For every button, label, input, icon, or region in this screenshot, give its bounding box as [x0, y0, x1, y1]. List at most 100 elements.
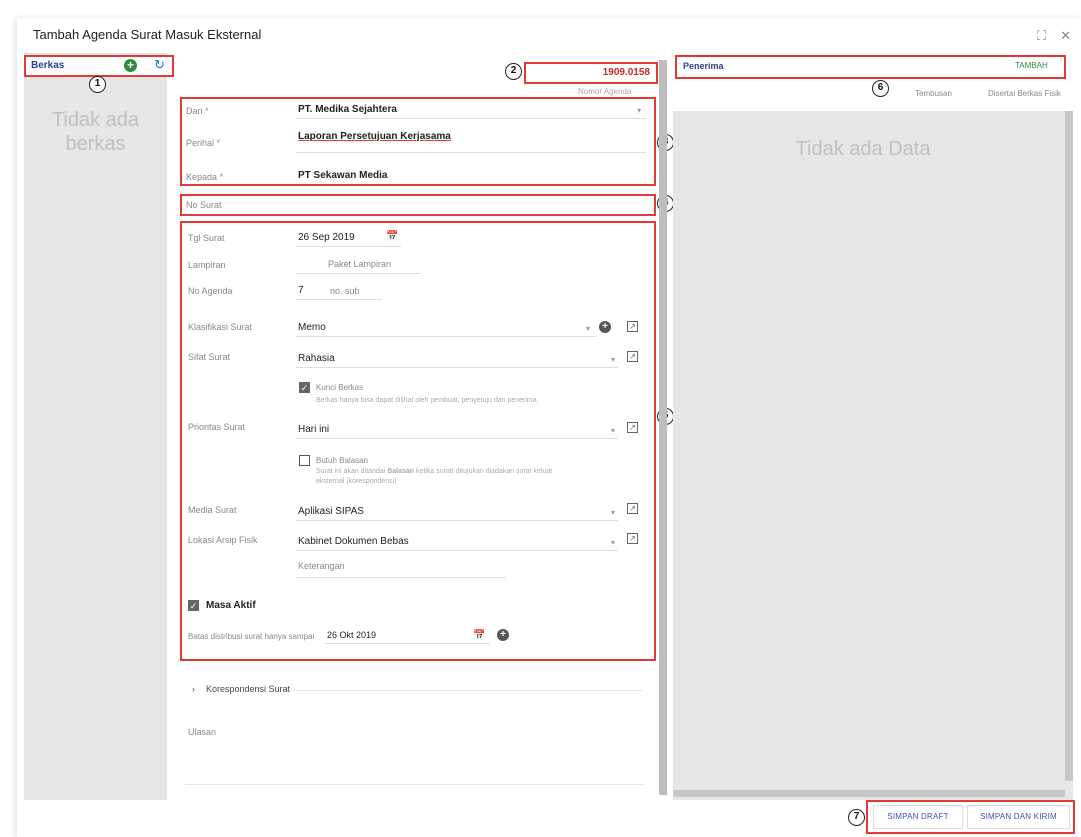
korespondensi-label[interactable]: Korespondensi Surat	[206, 684, 290, 694]
korespondensi-divider	[292, 690, 642, 691]
keterangan-underline	[296, 577, 506, 578]
chevron-right-icon[interactable]: ›	[192, 684, 195, 694]
prioritas-underline	[296, 438, 618, 439]
sifat-underline	[296, 367, 618, 368]
ulasan-label: Ulasan	[188, 727, 217, 737]
media-value[interactable]: Aplikasi SIPAS	[298, 506, 364, 517]
butuh-balasan-hint-2: eksternal (korespondensi)	[316, 478, 397, 485]
horizontal-scrollbar[interactable]	[673, 790, 1065, 797]
penerima-title: Penerima	[683, 61, 724, 71]
klasifikasi-dropdown-icon[interactable]: ▾	[586, 324, 590, 333]
annotation-7: 7	[848, 809, 865, 826]
center-scrollbar[interactable]	[659, 60, 667, 795]
dari-label: Dari *	[186, 106, 209, 116]
calendar-icon[interactable]: 📅	[473, 630, 485, 641]
annotation-1: 1	[89, 76, 106, 93]
berkas-title: Berkas	[31, 60, 65, 71]
agenda-number: 1909.0158	[602, 67, 650, 78]
tembusan-link[interactable]: Tembusan	[915, 89, 952, 98]
butuh-balasan-label: Butuh Balasan	[316, 456, 369, 465]
klasifikasi-underline	[296, 336, 596, 337]
kepada-label: Kepada *	[186, 172, 224, 182]
masa-aktif-checkbox[interactable]: ✓	[188, 600, 199, 611]
tambah-button[interactable]: TAMBAH	[1015, 61, 1048, 70]
ulasan-underline	[185, 784, 645, 785]
batas-value[interactable]: 26 Okt 2019	[327, 630, 376, 640]
berkas-panel: Berkas + ↻ Tidak ada berkas	[24, 53, 174, 800]
external-link-icon[interactable]: ↗	[627, 533, 638, 544]
expand-icon[interactable]: ⛶	[1037, 28, 1046, 44]
dari-value[interactable]: PT. Medika Sejahtera	[298, 104, 397, 115]
kepada-value[interactable]: PT Sekawan Media	[298, 170, 387, 181]
sifat-label: Sifat Surat	[188, 352, 231, 362]
annotation-2: 2	[505, 63, 522, 80]
no-agenda-label: No Agenda	[188, 286, 233, 296]
calendar-icon[interactable]: 📅	[386, 231, 398, 242]
klasifikasi-label: Klasifikasi Surat	[188, 322, 253, 332]
butuh-balasan-hint: Surat ini akan ditandai Balasan ketika s…	[316, 467, 553, 476]
external-link-icon[interactable]: ↗	[627, 503, 638, 514]
no-sub-input[interactable]: no. sub	[330, 286, 360, 296]
sifat-dropdown-icon[interactable]: ▾	[611, 355, 615, 364]
lokasi-value[interactable]: Kabinet Dokumen Bebas	[298, 536, 409, 547]
external-link-icon[interactable]: ↗	[627, 351, 638, 362]
refresh-icon[interactable]: ↻	[154, 57, 165, 73]
plus-circle-icon[interactable]: +	[497, 629, 509, 641]
tgl-surat-label: Tgl Surat	[188, 233, 225, 243]
prioritas-label: Prioritas Surat	[188, 422, 246, 432]
keterangan-input[interactable]: Keterangan	[298, 561, 345, 571]
berkas-empty-text: Tidak ada berkas	[51, 109, 140, 155]
penerima-empty-text: Tidak ada Data	[795, 138, 931, 160]
right-scrollbar[interactable]	[1065, 111, 1073, 781]
external-link-icon[interactable]: ↗	[627, 321, 638, 332]
lampiran-underline	[296, 273, 421, 274]
klasifikasi-value[interactable]: Memo	[298, 322, 326, 333]
no-surat-box	[180, 194, 656, 216]
dari-dropdown-icon[interactable]: ▾	[637, 106, 641, 115]
prioritas-dropdown-icon[interactable]: ▾	[611, 426, 615, 435]
lokasi-underline	[296, 550, 618, 551]
prioritas-value[interactable]: Hari ini	[298, 424, 329, 435]
sifat-value[interactable]: Rahasia	[298, 353, 335, 364]
berkas-header: Berkas + ↻	[24, 55, 174, 77]
tgl-underline	[296, 246, 401, 247]
berkas-fisik-link[interactable]: Disertai Berkas Fisik	[988, 89, 1061, 98]
tgl-surat-value[interactable]: 26 Sep 2019	[298, 232, 355, 243]
simpan-dan-kirim-button[interactable]: SIMPAN DAN KIRIM	[967, 805, 1070, 829]
batas-underline	[325, 643, 490, 644]
media-underline	[296, 520, 618, 521]
lampiran-label: Lampiran	[188, 260, 226, 270]
kunci-berkas-label: Kunci Berkas	[316, 383, 364, 392]
kunci-berkas-checkbox[interactable]: ✓	[299, 382, 310, 393]
dialog-title: Tambah Agenda Surat Masuk Eksternal	[33, 27, 262, 42]
external-link-icon[interactable]: ↗	[627, 422, 638, 433]
no-agenda-value[interactable]: 7	[298, 285, 304, 296]
close-icon[interactable]: ✕	[1060, 28, 1071, 44]
simpan-draft-button[interactable]: SIMPAN DRAFT	[873, 805, 963, 829]
plus-circle-icon[interactable]: +	[124, 59, 137, 72]
lokasi-label: Lokasi Arsip Fisik	[188, 535, 258, 545]
dialog-controls: ⛶ ✕	[1037, 28, 1071, 44]
hint-part-1: Surat ini akan ditandai	[316, 468, 386, 475]
plus-circle-icon[interactable]: +	[599, 321, 611, 333]
hint-bold: Balasan	[387, 468, 415, 475]
perihal-label: Perihal *	[186, 138, 221, 148]
media-dropdown-icon[interactable]: ▾	[611, 508, 615, 517]
hint-part-2: ketika suratt ditujukan diadakan surat k…	[416, 468, 553, 475]
perihal-underline	[296, 152, 646, 153]
masa-aktif-label: Masa Aktif	[206, 600, 256, 611]
dari-underline	[296, 118, 646, 119]
no-agenda-underline	[296, 299, 382, 300]
details-box	[180, 221, 656, 661]
agenda-number-hint: Nomor Agenda	[578, 87, 632, 96]
penerima-panel	[673, 111, 1073, 800]
lokasi-dropdown-icon[interactable]: ▾	[611, 538, 615, 547]
lampiran-input[interactable]: Paket Lampiran	[328, 259, 391, 269]
annotation-6: 6	[872, 80, 889, 97]
kunci-berkas-hint: Berkas hanya bisa dapat dilihat oleh pem…	[316, 397, 537, 404]
batas-label: Batas distribusi surat hanya sampai	[188, 632, 315, 641]
butuh-balasan-checkbox[interactable]	[299, 455, 310, 466]
perihal-value[interactable]: Laporan Persetujuan Kerjasama	[298, 131, 451, 142]
no-surat-input[interactable]: No Surat	[186, 200, 222, 210]
penerima-header-box	[675, 55, 1066, 79]
